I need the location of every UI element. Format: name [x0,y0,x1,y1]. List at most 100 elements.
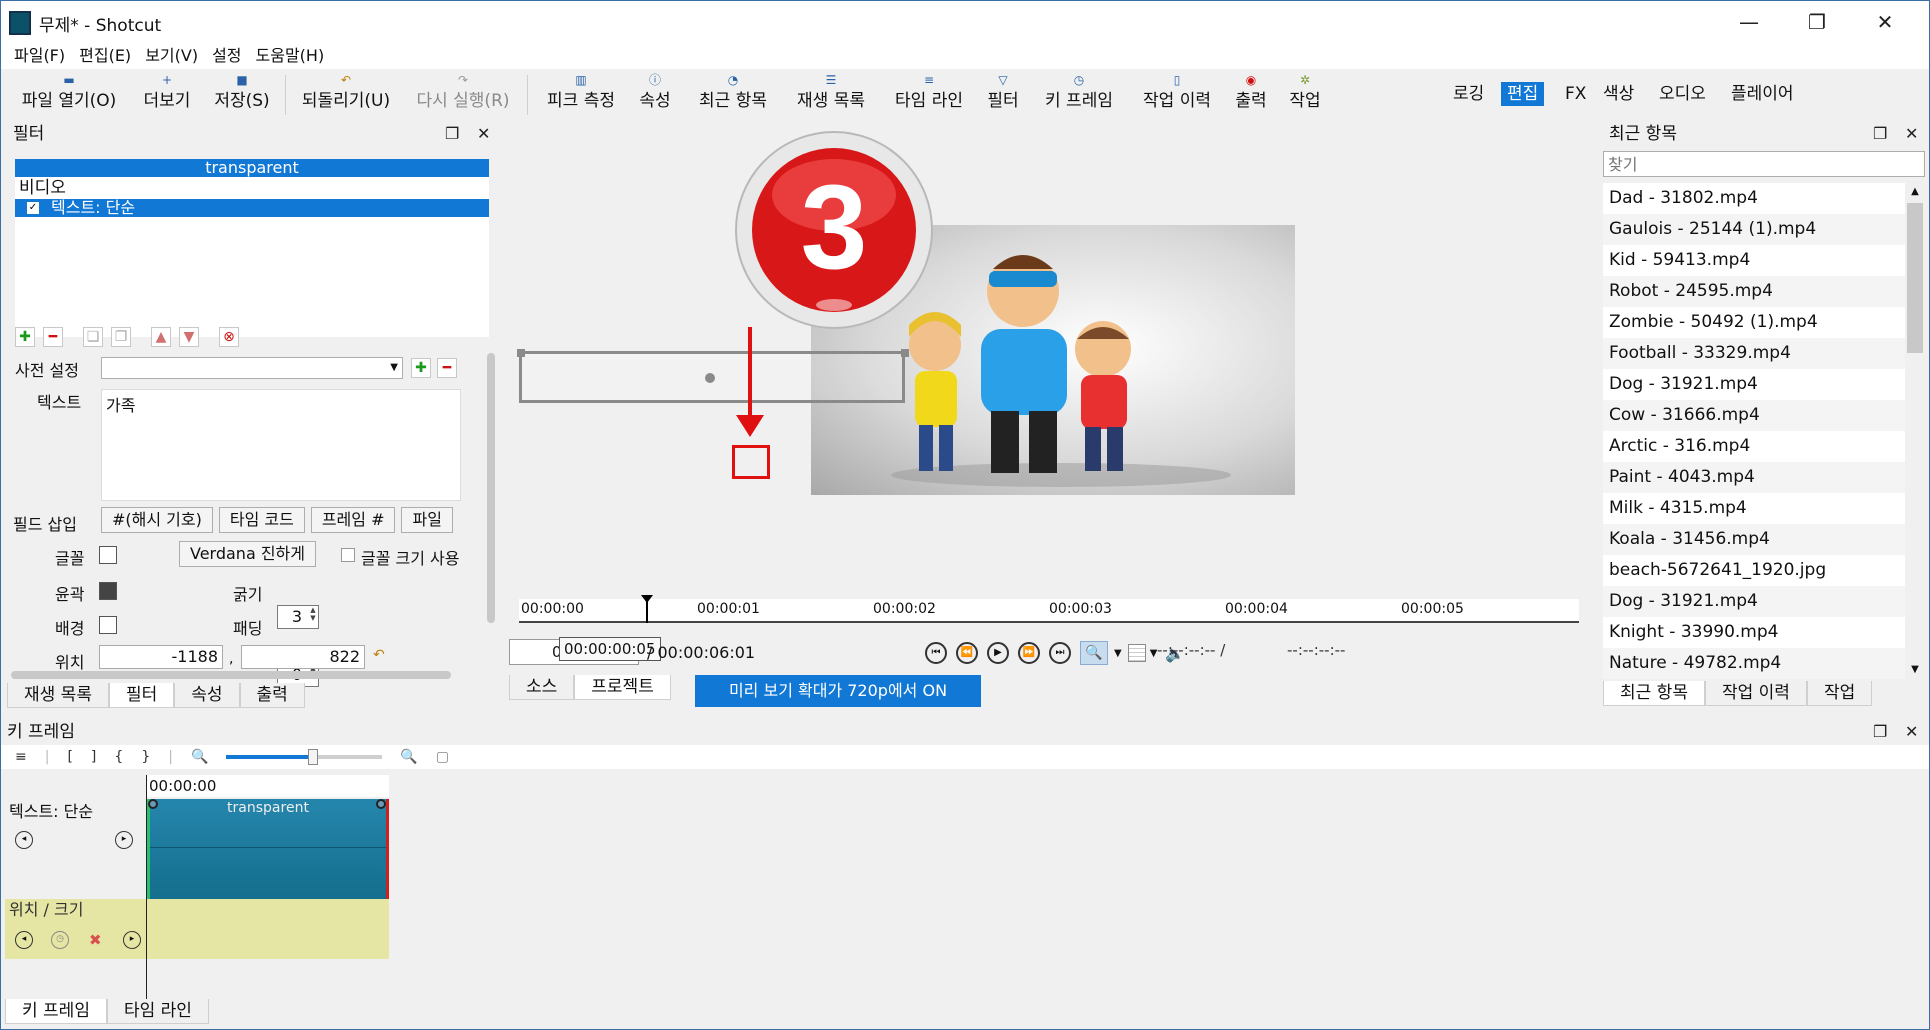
history-button[interactable]: ▯ 작업 이력 [1135,69,1219,119]
minimize-button[interactable]: — [1721,7,1777,37]
fade-in-handle[interactable] [148,799,158,809]
text-clip[interactable]: transparent [147,799,389,899]
prev-keyframe-icon[interactable]: ◂ [15,831,33,849]
remove-keyframe-icon[interactable]: ✖ [89,931,102,949]
timeline-button[interactable]: ≡ 타임 라인 [887,69,971,119]
list-item[interactable]: Dog - 31921.mp4 [1603,369,1905,400]
list-item[interactable]: Paint - 4043.mp4 [1603,462,1905,493]
mode-player[interactable]: 플레이어 [1725,82,1800,106]
delete-preset-button[interactable]: ━ [437,358,457,378]
rect-center-handle[interactable] [705,373,715,383]
mode-fx[interactable]: FX [1559,82,1592,106]
copy-filter-button[interactable]: ❏ [83,327,103,347]
list-item[interactable]: Robot - 24595.mp4 [1603,276,1905,307]
insert-hash-button[interactable]: #(해시 기호) [101,507,213,533]
font-size-checkbox[interactable] [341,548,355,562]
fast-forward-icon[interactable]: ⏩ [1018,642,1040,664]
filter-out-icon[interactable]: } [141,749,150,765]
font-color-swatch[interactable] [99,546,117,564]
filter-hscrollbar[interactable] [11,671,451,679]
prev-keyframe-icon[interactable]: ◂ [15,931,33,949]
list-item[interactable]: Koala - 31456.mp4 [1603,524,1905,555]
tab-keyframes[interactable]: 키 프레임 [5,999,107,1024]
open-file-button[interactable]: ▬ 파일 열기(O) [15,69,123,119]
reset-position-icon[interactable]: ↶ [373,647,385,663]
close-panel-icon[interactable]: ✕ [1905,723,1918,741]
insert-file-button[interactable]: 파일 [401,507,453,533]
tab-playlist[interactable]: 재생 목록 [7,683,109,708]
menu-file[interactable]: 파일(F) [7,43,72,69]
zoom-fit-icon[interactable]: ▢ [436,749,449,765]
close-panel-icon[interactable]: ✕ [477,125,490,143]
list-item[interactable]: Dog - 31921.mp4 [1603,586,1905,617]
list-item[interactable]: Arctic - 316.mp4 [1603,431,1905,462]
menu-settings[interactable]: 설정 [205,43,248,69]
position-x-input[interactable]: -1188 [99,645,223,669]
rewind-icon[interactable]: ⏪ [956,642,978,664]
move-up-button[interactable]: ▲ [151,327,171,347]
float-panel-icon[interactable]: ❐ [445,125,459,143]
tab-project[interactable]: 프로젝트 [574,675,671,700]
menu-icon[interactable]: ≡ [15,749,27,765]
preview-scaling-notice[interactable]: 미리 보기 확대가 720p에서 ON [695,675,981,707]
menu-edit[interactable]: 편집(E) [72,43,138,69]
list-item[interactable]: Kid - 59413.mp4 [1603,245,1905,276]
maximize-button[interactable]: ❐ [1789,7,1845,37]
scroll-up-icon[interactable]: ▲ [1905,183,1925,201]
peak-meter-button[interactable]: ▥ 피크 측정 [541,69,621,119]
close-panel-icon[interactable]: ✕ [1905,125,1918,143]
list-item[interactable]: Nature - 49782.mp4 [1603,648,1905,679]
properties-button[interactable]: ⓘ 속성 [635,69,675,119]
recent-search-input[interactable] [1603,151,1925,177]
jobs-button[interactable]: ✲ 작업 [1285,69,1325,119]
list-item[interactable]: Gaulois - 25144 (1).mp4 [1603,214,1905,245]
outline-color-swatch[interactable] [99,582,117,600]
position-y-input[interactable]: 822 [241,645,365,669]
add-filter-button[interactable]: ✚ [15,327,35,347]
save-preset-button[interactable]: ✚ [411,358,431,378]
list-item[interactable]: Dad - 31802.mp4 [1603,183,1905,214]
thickness-spinbox[interactable]: 3 [277,605,319,629]
keyframes-playhead[interactable] [146,775,147,1015]
tab-source[interactable]: 소스 [509,675,575,700]
zoom-slider[interactable] [226,749,383,765]
filter-item[interactable]: ✓ 텍스트: 단순 [15,199,489,217]
export-button[interactable]: ◉ 출력 [1231,69,1271,119]
paste-filter-button[interactable]: ❐ [111,327,131,347]
zoom-out-icon[interactable]: 🔍 [191,749,208,765]
set-in-icon[interactable]: [ [67,749,72,765]
deselect-filter-button[interactable]: ⊗ [219,327,239,347]
mode-logging[interactable]: 로깅 [1447,82,1490,106]
play-icon[interactable]: ▶ [987,642,1009,664]
mode-audio[interactable]: 오디오 [1653,82,1712,106]
list-item[interactable]: Zombie - 50492 (1).mp4 [1603,307,1905,338]
tab-timeline[interactable]: 타임 라인 [106,999,209,1024]
menu-view[interactable]: 보기(V) [138,43,205,69]
zoom-slider-handle[interactable] [308,749,319,765]
scroll-down-icon[interactable]: ▼ [1905,661,1925,679]
tab-properties[interactable]: 속성 [174,683,240,708]
fade-out-handle[interactable] [376,799,386,809]
list-item[interactable]: Milk - 4315.mp4 [1603,493,1905,524]
filter-scrollbar[interactable] [487,353,495,623]
timecode-ruler[interactable]: 00:00:00 00:00:01 00:00:02 00:00:03 00:0… [519,595,1579,623]
list-item[interactable]: beach-5672641_1920.jpg [1603,555,1905,586]
text-input[interactable]: 가족 [101,389,461,501]
rect-handle-top-right[interactable] [901,349,909,357]
tab-filters[interactable]: 필터 [108,683,175,708]
close-window-button[interactable]: ✕ [1857,7,1913,37]
background-color-swatch[interactable] [99,616,117,634]
undo-button[interactable]: ↶ 되돌리기(U) [297,69,395,119]
next-keyframe-icon[interactable]: ▸ [123,931,141,949]
list-item[interactable]: Knight - 33990.mp4 [1603,617,1905,648]
list-item[interactable]: Cow - 31666.mp4 [1603,400,1905,431]
skip-start-icon[interactable]: ⏮ [925,642,947,664]
insert-frame-button[interactable]: 프레임 # [310,507,396,533]
zoom-icon[interactable]: 🔍 [1080,641,1108,665]
rect-handle-top-left[interactable] [517,349,525,357]
remove-filter-button[interactable]: ━ [43,327,63,347]
redo-button[interactable]: ↷ 다시 실행(R) [411,69,515,119]
save-button[interactable]: ■ 저장(S) [209,69,275,119]
more-button[interactable]: + 더보기 [137,69,197,119]
tab-recent[interactable]: 최근 항목 [1603,681,1705,706]
